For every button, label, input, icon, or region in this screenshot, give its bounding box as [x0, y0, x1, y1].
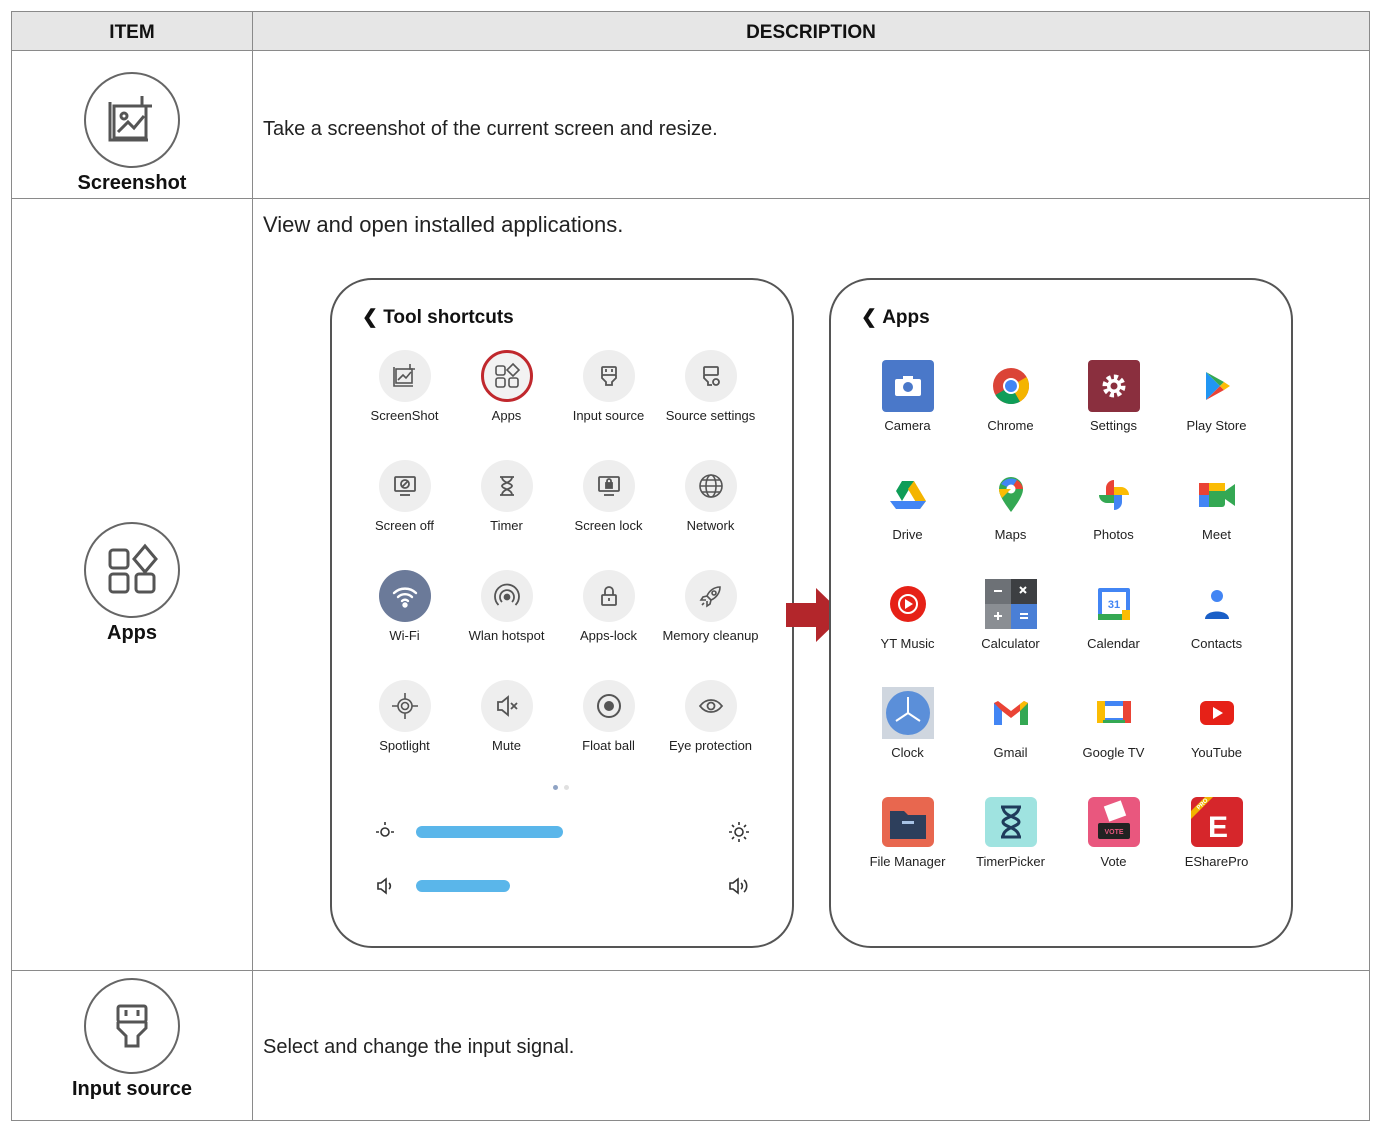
tool-apps[interactable]: Apps	[454, 350, 559, 423]
volume-slider[interactable]	[416, 880, 510, 892]
file-manager-folder-icon	[881, 796, 934, 848]
meet-camera-icon	[1191, 469, 1243, 521]
brightness-slider[interactable]	[416, 826, 563, 838]
google-tv-icon	[1088, 687, 1140, 739]
yt-music-icon	[882, 578, 934, 630]
tool-input-source[interactable]: Input source	[556, 350, 661, 423]
maps-pin-icon	[985, 469, 1037, 521]
item-label-apps: Apps	[107, 622, 157, 644]
app-calculator[interactable]: Calculator	[958, 578, 1063, 651]
tool-memory-cleanup[interactable]: Memory cleanup	[658, 570, 763, 643]
header-description: DESCRIPTION	[253, 12, 1369, 50]
app-vote[interactable]: VOTE Vote	[1061, 796, 1166, 869]
contacts-person-icon	[1191, 578, 1243, 630]
tool-wlan-hotspot[interactable]: Wlan hotspot	[454, 570, 559, 643]
app-youtube[interactable]: YouTube	[1164, 687, 1269, 760]
vote-ballot-icon: VOTE	[1087, 796, 1140, 848]
timerpicker-hourglass-icon	[984, 796, 1037, 848]
calendar-day-number: 31	[1107, 599, 1119, 611]
description-screenshot: Take a screenshot of the current screen …	[263, 118, 718, 140]
brightness-low-icon	[374, 820, 396, 847]
brightness-high-icon	[728, 820, 750, 847]
tool-network[interactable]: Network	[658, 460, 763, 533]
app-camera[interactable]: Camera	[855, 360, 960, 433]
calculator-icon	[984, 578, 1037, 630]
tool-shortcuts-title: ❮ Tool shortcuts	[362, 307, 514, 328]
app-timerpicker[interactable]: TimerPicker	[958, 796, 1063, 869]
drive-icon	[882, 469, 934, 521]
back-chevron-icon[interactable]: ❮	[861, 307, 882, 328]
tool-timer[interactable]: Timer	[454, 460, 559, 533]
row-apps-item: Apps	[12, 522, 252, 645]
description-input-source: Select and change the input signal.	[263, 1036, 575, 1058]
tool-spotlight[interactable]: Spotlight	[352, 680, 457, 753]
app-drive[interactable]: Drive	[855, 469, 960, 542]
app-gmail[interactable]: Gmail	[958, 687, 1063, 760]
svg-text:E: E	[1207, 811, 1227, 844]
calendar-icon: 31	[1088, 578, 1140, 630]
app-meet[interactable]: Meet	[1164, 469, 1269, 542]
settings-gear-icon	[1087, 360, 1140, 412]
header-item: ITEM	[12, 12, 252, 50]
tool-mute[interactable]: Mute	[454, 680, 559, 753]
apps-panel: ❮ Apps Camera Chrome Settings Play Store	[829, 278, 1293, 948]
back-chevron-icon[interactable]: ❮	[362, 307, 383, 328]
app-yt-music[interactable]: YT Music	[855, 578, 960, 651]
description-table: ITEM DESCRIPTION Screenshot Take a scree…	[11, 11, 1370, 1121]
app-photos[interactable]: Photos	[1061, 469, 1166, 542]
page-dot-active[interactable]	[553, 785, 558, 790]
item-label-screenshot: Screenshot	[77, 172, 187, 194]
app-esharepro[interactable]: PRO E ESharePro	[1164, 796, 1269, 869]
app-clock[interactable]: Clock	[855, 687, 960, 760]
volume-high-icon	[728, 877, 752, 900]
input-source-icon	[84, 978, 180, 1074]
esharepro-icon: PRO E	[1190, 796, 1243, 848]
app-contacts[interactable]: Contacts	[1164, 578, 1269, 651]
app-chrome[interactable]: Chrome	[958, 360, 1063, 433]
photos-pinwheel-icon	[1088, 469, 1140, 521]
tool-float-ball[interactable]: Float ball	[556, 680, 661, 753]
tool-screenshot[interactable]: ScreenShot	[352, 350, 457, 423]
tool-eye-protection[interactable]: Eye protection	[658, 680, 763, 753]
app-maps[interactable]: Maps	[958, 469, 1063, 542]
camera-icon	[881, 360, 934, 412]
app-play-store[interactable]: Play Store	[1164, 360, 1269, 433]
gmail-icon	[985, 687, 1037, 739]
clock-icon	[881, 687, 934, 739]
youtube-icon	[1191, 687, 1243, 739]
page-dot[interactable]	[564, 785, 569, 790]
app-calendar[interactable]: 31 Calendar	[1061, 578, 1166, 651]
apps-title: ❮ Apps	[861, 307, 930, 328]
chrome-icon	[985, 360, 1037, 412]
row-screenshot-item: Screenshot	[12, 72, 252, 195]
tool-apps-lock[interactable]: Apps-lock	[556, 570, 661, 643]
tool-screen-off[interactable]: Screen off	[352, 460, 457, 533]
play-store-icon	[1191, 360, 1243, 412]
vote-badge-text: VOTE	[1104, 829, 1123, 836]
app-settings[interactable]: Settings	[1061, 360, 1166, 433]
volume-low-icon	[376, 877, 396, 900]
tool-source-settings[interactable]: Source settings	[658, 350, 763, 423]
tool-screen-lock[interactable]: Screen lock	[556, 460, 661, 533]
app-file-manager[interactable]: File Manager	[855, 796, 960, 869]
tool-shortcuts-panel: ❮ Tool shortcuts ScreenShot Apps Input s…	[330, 278, 794, 948]
app-google-tv[interactable]: Google TV	[1061, 687, 1166, 760]
item-label-input-source: Input source	[71, 1078, 192, 1100]
screenshot-icon	[84, 72, 180, 168]
tool-wifi[interactable]: Wi-Fi	[352, 570, 457, 643]
apps-icon	[84, 522, 180, 618]
row-input-source-item: Input source	[12, 978, 252, 1101]
description-apps: View and open installed applications.	[263, 212, 624, 237]
